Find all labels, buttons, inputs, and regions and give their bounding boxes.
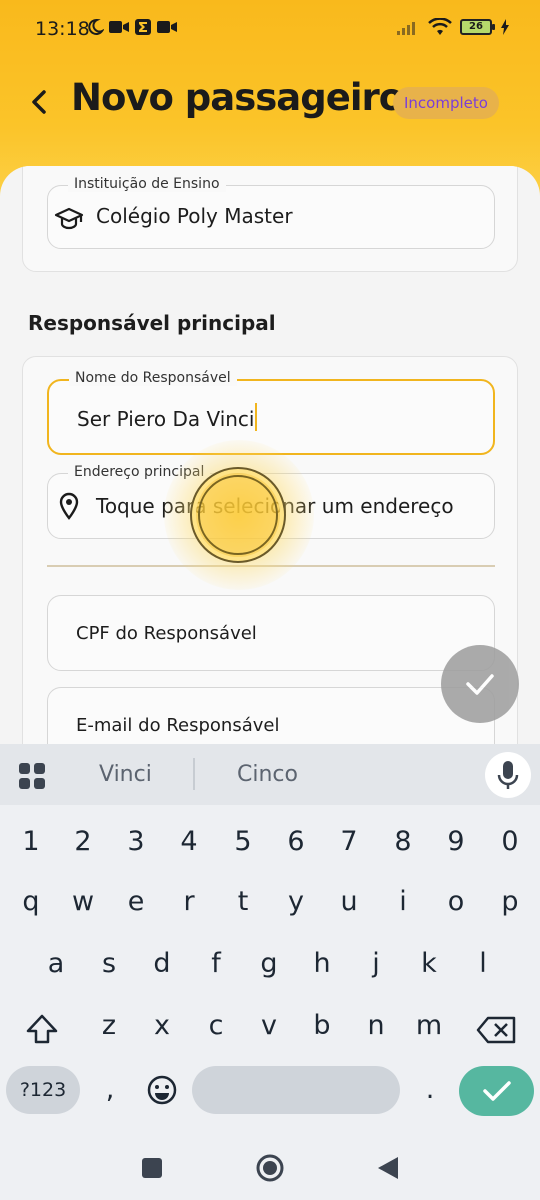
key[interactable]: f xyxy=(196,948,236,979)
key[interactable]: 0 xyxy=(490,826,530,857)
backspace-icon xyxy=(476,1016,516,1044)
navigation-bar xyxy=(0,1136,540,1200)
suggestion-2[interactable]: Cinco xyxy=(237,762,298,787)
back-nav-icon[interactable] xyxy=(376,1155,400,1181)
sigma-app-icon xyxy=(135,19,151,35)
recents-icon[interactable] xyxy=(141,1157,163,1179)
keyboard-number-row: 1 2 3 4 5 6 7 8 9 0 xyxy=(0,826,540,876)
key[interactable]: h xyxy=(302,948,342,979)
voice-input-button[interactable] xyxy=(485,752,531,798)
institution-field[interactable]: Instituição de Ensino Colégio Poly Maste… xyxy=(47,176,495,249)
keyboard-row-2: a s d f g h j k l xyxy=(0,948,540,998)
arrow-back-icon xyxy=(32,90,46,114)
key[interactable]: k xyxy=(409,948,449,979)
key[interactable]: q xyxy=(11,886,51,917)
touch-indicator-inner-ring xyxy=(198,475,278,555)
shift-icon xyxy=(26,1014,58,1044)
keyboard-apps-icon[interactable] xyxy=(18,762,46,790)
page-title: Novo passageiro xyxy=(71,76,404,119)
key[interactable]: o xyxy=(436,886,476,917)
status-badge: Incompleto xyxy=(393,87,499,119)
check-icon xyxy=(483,1081,511,1101)
shift-key[interactable] xyxy=(22,1010,62,1057)
period-key[interactable]: . xyxy=(410,1074,450,1105)
home-icon[interactable] xyxy=(255,1153,285,1183)
key[interactable]: r xyxy=(169,886,209,917)
battery-icon: 26 xyxy=(460,19,495,35)
suggestion-divider xyxy=(193,758,195,790)
back-button[interactable] xyxy=(24,82,58,122)
symbols-key[interactable]: ?123 xyxy=(6,1066,80,1114)
location-pin-icon xyxy=(59,492,79,520)
key[interactable]: 9 xyxy=(436,826,476,857)
suggestion-bar: Vinci Cinco xyxy=(0,744,540,805)
key[interactable]: e xyxy=(116,886,156,917)
check-icon xyxy=(466,674,494,695)
guardian-name-label: Nome do Responsável xyxy=(69,370,237,386)
institution-card: Instituição de Ensino Colégio Poly Maste… xyxy=(22,166,518,272)
guardian-name-input[interactable]: Nome do Responsável Ser Piero Da Vinci xyxy=(47,370,495,455)
key[interactable]: c xyxy=(196,1010,236,1041)
key[interactable]: 8 xyxy=(383,826,423,857)
emoji-key[interactable] xyxy=(142,1070,182,1117)
key[interactable]: i xyxy=(383,886,423,917)
enter-key[interactable] xyxy=(459,1066,534,1116)
key[interactable]: d xyxy=(142,948,182,979)
key[interactable]: 6 xyxy=(276,826,316,857)
key[interactable]: b xyxy=(302,1010,342,1041)
status-notification-icons xyxy=(86,18,178,36)
suggestion-1[interactable]: Vinci xyxy=(99,762,152,787)
comma-key[interactable]: , xyxy=(90,1074,130,1105)
video-camera-icon xyxy=(109,21,129,33)
status-system-icons: 26 xyxy=(396,18,510,36)
key[interactable]: 5 xyxy=(223,826,263,857)
key[interactable]: x xyxy=(142,1010,182,1041)
status-bar: 13:18 26 xyxy=(0,0,540,60)
keyboard: Vinci Cinco 1 2 3 4 5 6 7 8 9 0 q w e r … xyxy=(0,744,540,1136)
key[interactable]: v xyxy=(249,1010,289,1041)
text-caret xyxy=(255,403,258,431)
key[interactable]: n xyxy=(356,1010,396,1041)
keyboard-row-1: q w e r t y u i o p xyxy=(0,886,540,936)
key[interactable]: 2 xyxy=(63,826,103,857)
key[interactable]: w xyxy=(63,886,103,917)
key[interactable]: 3 xyxy=(116,826,156,857)
moon-icon xyxy=(88,18,104,35)
guardian-name-value: Ser Piero Da Vinci xyxy=(77,407,255,431)
charging-icon xyxy=(501,19,509,35)
emoji-icon xyxy=(147,1075,177,1105)
key[interactable]: 1 xyxy=(11,826,51,857)
key[interactable]: s xyxy=(89,948,129,979)
key[interactable]: y xyxy=(276,886,316,917)
email-placeholder: E-mail do Responsável xyxy=(76,715,280,736)
key[interactable]: 4 xyxy=(169,826,209,857)
key[interactable]: a xyxy=(36,948,76,979)
confirm-fab-button[interactable] xyxy=(441,645,519,723)
microphone-icon xyxy=(497,761,519,789)
keyboard-row-3: z x c v b n m xyxy=(0,1010,540,1060)
key[interactable]: j xyxy=(356,948,396,979)
key[interactable]: g xyxy=(249,948,289,979)
wifi-icon xyxy=(428,18,452,35)
cpf-input[interactable]: CPF do Responsável xyxy=(47,595,495,671)
video-camera-icon xyxy=(157,21,177,33)
institution-value: Colégio Poly Master xyxy=(96,204,293,228)
key[interactable]: l xyxy=(463,948,503,979)
key[interactable]: 7 xyxy=(329,826,369,857)
key[interactable]: t xyxy=(223,886,263,917)
graduation-cap-icon xyxy=(54,207,84,230)
backspace-key[interactable] xyxy=(474,1010,518,1057)
space-key[interactable] xyxy=(192,1066,400,1114)
institution-label: Instituição de Ensino xyxy=(68,176,226,192)
signal-icon xyxy=(397,22,415,35)
cpf-placeholder: CPF do Responsável xyxy=(76,623,257,644)
key[interactable]: p xyxy=(490,886,530,917)
section-title: Responsável principal xyxy=(28,311,276,335)
key[interactable]: z xyxy=(89,1010,129,1041)
key[interactable]: m xyxy=(409,1010,449,1041)
status-time: 13:18 xyxy=(35,18,90,40)
key[interactable]: u xyxy=(329,886,369,917)
